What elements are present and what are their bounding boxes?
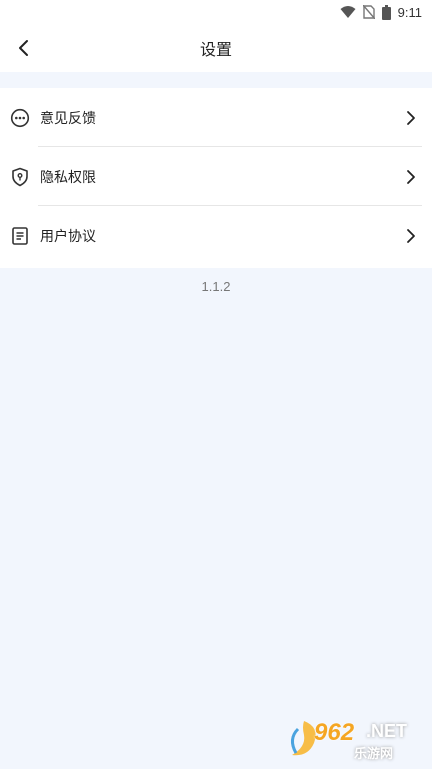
- app-bar: 设置: [0, 24, 432, 72]
- document-icon: [10, 226, 30, 246]
- watermark-suffix: .NET: [366, 721, 408, 741]
- chevron-right-icon: [407, 169, 415, 184]
- watermark-logo: 962 .NET 乐游网: [284, 717, 424, 763]
- status-bar: 9:11: [0, 0, 432, 24]
- menu-item-label: 意见反馈: [40, 110, 96, 127]
- chevron-right-icon: [407, 228, 415, 243]
- wifi-icon: [340, 6, 356, 18]
- shield-lock-icon: [10, 167, 30, 187]
- back-button[interactable]: [8, 32, 40, 64]
- settings-menu: 意见反馈 隐私权限 用户协议: [0, 88, 432, 268]
- back-arrow-icon: [19, 40, 28, 56]
- page-title: 设置: [199, 40, 232, 59]
- no-sim-icon: [362, 5, 375, 19]
- more-dots-icon: [10, 108, 30, 128]
- watermark-text: 乐游网: [354, 747, 394, 762]
- menu-item-user-agreement[interactable]: 用户协议: [0, 206, 432, 265]
- menu-item-privacy[interactable]: 隐私权限: [0, 147, 432, 206]
- menu-item-feedback[interactable]: 意见反馈: [0, 88, 432, 147]
- watermark-number: 962: [314, 719, 355, 746]
- menu-item-label: 用户协议: [40, 228, 96, 245]
- menu-item-label: 隐私权限: [40, 169, 96, 186]
- app-version: 1.1.2: [201, 279, 231, 294]
- chevron-right-icon: [407, 110, 415, 125]
- battery-icon: [381, 4, 391, 20]
- status-time: 9:11: [397, 4, 422, 20]
